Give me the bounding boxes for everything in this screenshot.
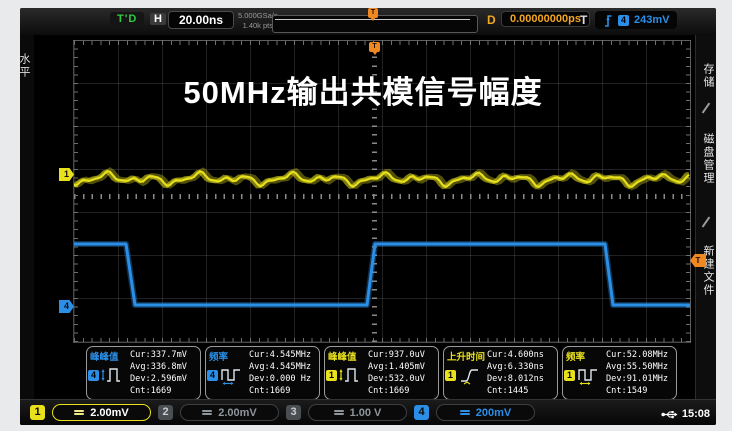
channel-badge: 1: [326, 370, 337, 381]
measurement-icon-group: 1: [445, 365, 483, 385]
measurement-avg: Avg:4.545MHz: [249, 361, 311, 373]
measurement-cur: Cur:337.7mV: [130, 349, 187, 361]
channel-badge: 4: [207, 370, 218, 381]
measurement-1[interactable]: 峰峰值 4 Cur:337.7mVAvg:336.8mVDev:2.596mVCnt…: [86, 346, 201, 400]
channel-badge: 1: [564, 370, 575, 381]
measurement-cnt: Cnt:1669: [368, 385, 425, 397]
channel-2-badge[interactable]: 2: [158, 405, 173, 420]
measurement-values: Cur:4.600nsAvg:6.330nsDev:8.012nsCnt:144…: [487, 349, 544, 397]
trigger-level-marker[interactable]: T: [690, 254, 706, 267]
channel-4-scale-value: 200mV: [476, 407, 511, 419]
trigger-source-badge: 4: [618, 15, 629, 26]
freq-icon: [576, 365, 602, 385]
scope-screen: T'D H 20.00ns 5.000GSa/s 1.40k pts T D 0…: [20, 8, 716, 425]
menu-item-1[interactable]: 存储: [696, 63, 716, 89]
measurement-icon-group: 1: [326, 365, 364, 385]
trigger-position-marker[interactable]: T: [369, 42, 380, 52]
trigger-position-flag-top[interactable]: T: [368, 8, 378, 18]
channel-4-ground-marker[interactable]: 4: [59, 300, 74, 313]
measurement-icon-group: 4: [207, 365, 245, 385]
usb-icon: [661, 409, 678, 420]
top-status-bar: T'D H 20.00ns 5.000GSa/s 1.40k pts T D 0…: [20, 8, 716, 35]
channel-3-badge[interactable]: 3: [286, 405, 301, 420]
menu-item-2[interactable]: 磁盘管理: [696, 133, 716, 185]
channel-2-scale-value: 2.00mV: [218, 407, 257, 419]
left-menu-horizontal-label[interactable]: 水平: [20, 53, 32, 79]
measurement-dev: Dev:8.012ns: [487, 373, 544, 385]
dc-coupling-icon: [334, 409, 344, 417]
measurement-icon-group: 1: [564, 365, 602, 385]
clock-time: 15:08: [682, 408, 710, 420]
channel-badge: 4: [88, 370, 99, 381]
measurement-avg: Avg:55.50MHz: [606, 361, 668, 373]
measurement-dev: Dev:91.01MHz: [606, 373, 668, 385]
measurement-cur: Cur:4.545MHz: [249, 349, 311, 361]
menu-item-3[interactable]: 新建文件: [696, 245, 716, 297]
graticule: 50MHz输出共模信号幅度 T 1 4 T: [73, 40, 691, 343]
measurement-cnt: Cnt:1549: [606, 385, 668, 397]
annotation-title: 50MHz输出共模信号幅度: [183, 67, 542, 112]
measurement-values: Cur:4.545MHzAvg:4.545MHzDev:0.000 HzCnt:…: [249, 349, 311, 397]
status-bar: 15:08: [661, 408, 710, 420]
channel-3-scale-value: 1.00 V: [350, 407, 382, 419]
measurement-avg: Avg:336.8mV: [130, 361, 187, 373]
channel-4-scale-button[interactable]: 200mV: [436, 404, 535, 421]
vpp-icon: [338, 365, 364, 385]
trigger-label: T: [580, 13, 587, 27]
measurement-label: 峰峰值: [328, 349, 357, 363]
measurement-cur: Cur:52.08MHz: [606, 349, 668, 361]
dc-coupling-icon: [202, 409, 212, 417]
measurement-dev: Dev:0.000 Hz: [249, 373, 311, 385]
measurement-cnt: Cnt:1445: [487, 385, 544, 397]
left-menu-strip: 水平: [20, 35, 34, 425]
timebase-button[interactable]: 20.00ns: [168, 11, 234, 29]
right-soft-menu: 存储磁盘管理新建文件: [695, 35, 716, 425]
measurement-cur: Cur:4.600ns: [487, 349, 544, 361]
measurement-dev: Dev:532.0uV: [368, 373, 425, 385]
menu-separator: [702, 217, 711, 228]
measurement-cnt: Cnt:1669: [130, 385, 187, 397]
measurement-label: 峰峰值: [90, 349, 119, 363]
measurement-values: Cur:937.0uVAvg:1.405mVDev:532.0uVCnt:166…: [368, 349, 425, 397]
measurement-cur: Cur:937.0uV: [368, 349, 425, 361]
channel-3-scale-button[interactable]: 1.00 V: [308, 404, 407, 421]
freq-icon: [219, 365, 245, 385]
measurement-values: Cur:52.08MHzAvg:55.50MHzDev:91.01MHzCnt:…: [606, 349, 668, 397]
trigger-status-badge[interactable]: T'D: [110, 12, 144, 26]
measurement-avg: Avg:1.405mV: [368, 361, 425, 373]
dc-coupling-icon: [460, 409, 470, 417]
measurement-row: 峰峰值4Cur:337.7mVAvg:336.8mVDev:2.596mVCnt…: [86, 346, 677, 400]
horizontal-label: H: [150, 13, 166, 25]
delay-value-button[interactable]: 0.00000000ps: [501, 11, 590, 27]
measurement-icon-group: 4: [88, 365, 126, 385]
oscilloscope-screenshot: T'D H 20.00ns 5.000GSa/s 1.40k pts T D 0…: [0, 0, 732, 431]
rising-edge-icon: [603, 14, 613, 27]
menu-separator: [702, 103, 711, 114]
vpp-icon: [100, 365, 126, 385]
dc-coupling-icon: [74, 409, 84, 417]
measurement-3[interactable]: 峰峰值 1 Cur:937.0uVAvg:1.405mVDev:532.0uVCnt…: [324, 346, 439, 400]
channel-status-bar: 1 2.00mV 2 2.00mV 3 1.00 V 4 200mV: [20, 399, 716, 425]
measurement-values: Cur:337.7mVAvg:336.8mVDev:2.596mVCnt:166…: [130, 349, 187, 397]
measurement-2[interactable]: 频率 4 Cur:4.545MHzAvg:4.545MHzDev:0.000 HzC…: [205, 346, 320, 400]
channel-1-badge[interactable]: 1: [30, 405, 45, 420]
delay-label: D: [487, 13, 496, 27]
measurement-label: 上升时间: [447, 349, 485, 363]
measurement-dev: Dev:2.596mV: [130, 373, 187, 385]
measurement-4[interactable]: 上升时间 1 Cur:4.600nsAvg:6.330nsDev:8.012nsCn…: [443, 346, 558, 400]
trigger-settings-button[interactable]: 4 243mV: [595, 11, 677, 29]
channel-1-ground-marker[interactable]: 1: [59, 168, 74, 181]
measurement-5[interactable]: 频率 1 Cur:52.08MHzAvg:55.50MHzDev:91.01MHzC…: [562, 346, 677, 400]
trigger-level-value: 243mV: [634, 14, 669, 26]
measurement-label: 频率: [209, 349, 228, 363]
measurement-avg: Avg:6.330ns: [487, 361, 544, 373]
channel-badge: 1: [445, 370, 456, 381]
channel-1-scale-value: 2.00mV: [90, 407, 129, 419]
rise-icon: [457, 365, 483, 385]
measurement-cnt: Cnt:1669: [249, 385, 311, 397]
channel-1-scale-button[interactable]: 2.00mV: [52, 404, 151, 421]
channel-4-badge[interactable]: 4: [414, 405, 429, 420]
measurement-label: 频率: [566, 349, 585, 363]
channel-2-scale-button[interactable]: 2.00mV: [180, 404, 279, 421]
